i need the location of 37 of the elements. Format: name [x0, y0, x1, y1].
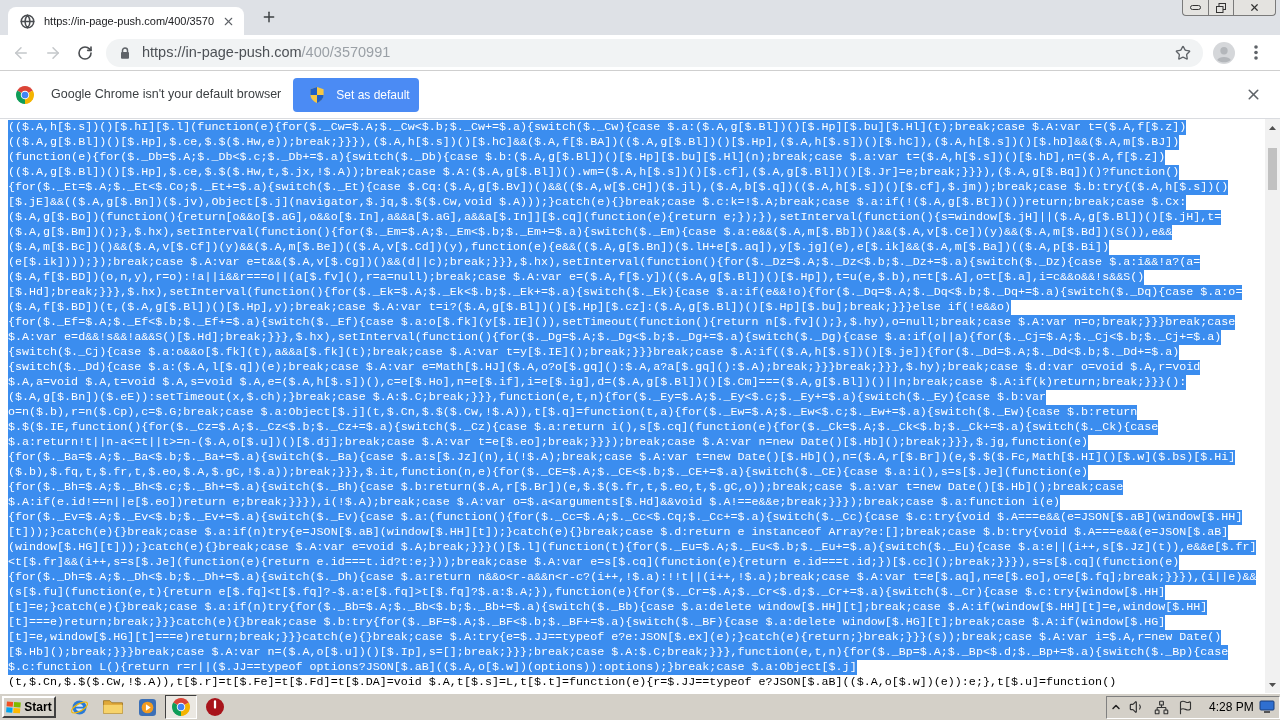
plus-icon: [261, 9, 277, 25]
start-button[interactable]: Start: [2, 696, 56, 718]
star-icon: [1175, 44, 1191, 61]
flag-icon[interactable]: [1178, 699, 1193, 715]
address-bar[interactable]: https://in-page-push.com/400/3570991: [106, 38, 1203, 67]
url-text: https://in-page-push.com/400/3570991: [142, 42, 391, 62]
windows-flag-icon: [6, 700, 22, 714]
globe-icon: [20, 13, 35, 29]
tab-title: https://in-page-push.com/400/3570: [44, 13, 214, 29]
show-desktop-icon[interactable]: [1259, 700, 1275, 714]
reload-icon: [77, 44, 93, 61]
close-icon: [1249, 2, 1260, 13]
triangle-down-icon: [1269, 682, 1276, 687]
triangle-up-icon: [1269, 125, 1276, 130]
minimize-icon: [1190, 5, 1201, 10]
infobar-message: Google Chrome isn't your default browser: [51, 86, 282, 104]
shield-icon: [310, 86, 325, 103]
restore-button[interactable]: [1208, 0, 1233, 16]
restore-icon: [1216, 2, 1226, 13]
clock: 4:28 PM: [1209, 699, 1254, 716]
scrollbar-thumb[interactable]: [1268, 148, 1277, 190]
chrome-logo-icon: [16, 85, 34, 104]
alert-circle-icon: [206, 698, 224, 716]
browser-tab[interactable]: https://in-page-push.com/400/3570: [8, 7, 244, 35]
folder-icon: [103, 700, 123, 714]
network-icon[interactable]: [1154, 699, 1169, 715]
lock-icon: [120, 46, 130, 59]
taskbar-app-button[interactable]: [165, 695, 197, 719]
code-line: (t,$.Cn,$.$($.Cw,!$.A)),t[$.r]=t[$.Fe]=t[$.Fd]=t[$.DA]=void $.A,t[$.s]=L,t[$.t]=function(e){r=$.JJ==typeof e?JSON[$.aB](($.A,o[$.w])(e)):e;},t[$.u]=function(): [8, 675, 1117, 690]
chrome-logo-icon: [172, 698, 190, 716]
menu-icon: [1254, 45, 1258, 60]
new-tab-button[interactable]: [261, 9, 277, 25]
media-player-icon: [138, 698, 156, 716]
avatar-icon: [1213, 41, 1235, 64]
close-window-button[interactable]: [1233, 0, 1276, 16]
bookmark-button[interactable]: [1174, 43, 1192, 62]
minimize-button[interactable]: [1182, 0, 1208, 16]
